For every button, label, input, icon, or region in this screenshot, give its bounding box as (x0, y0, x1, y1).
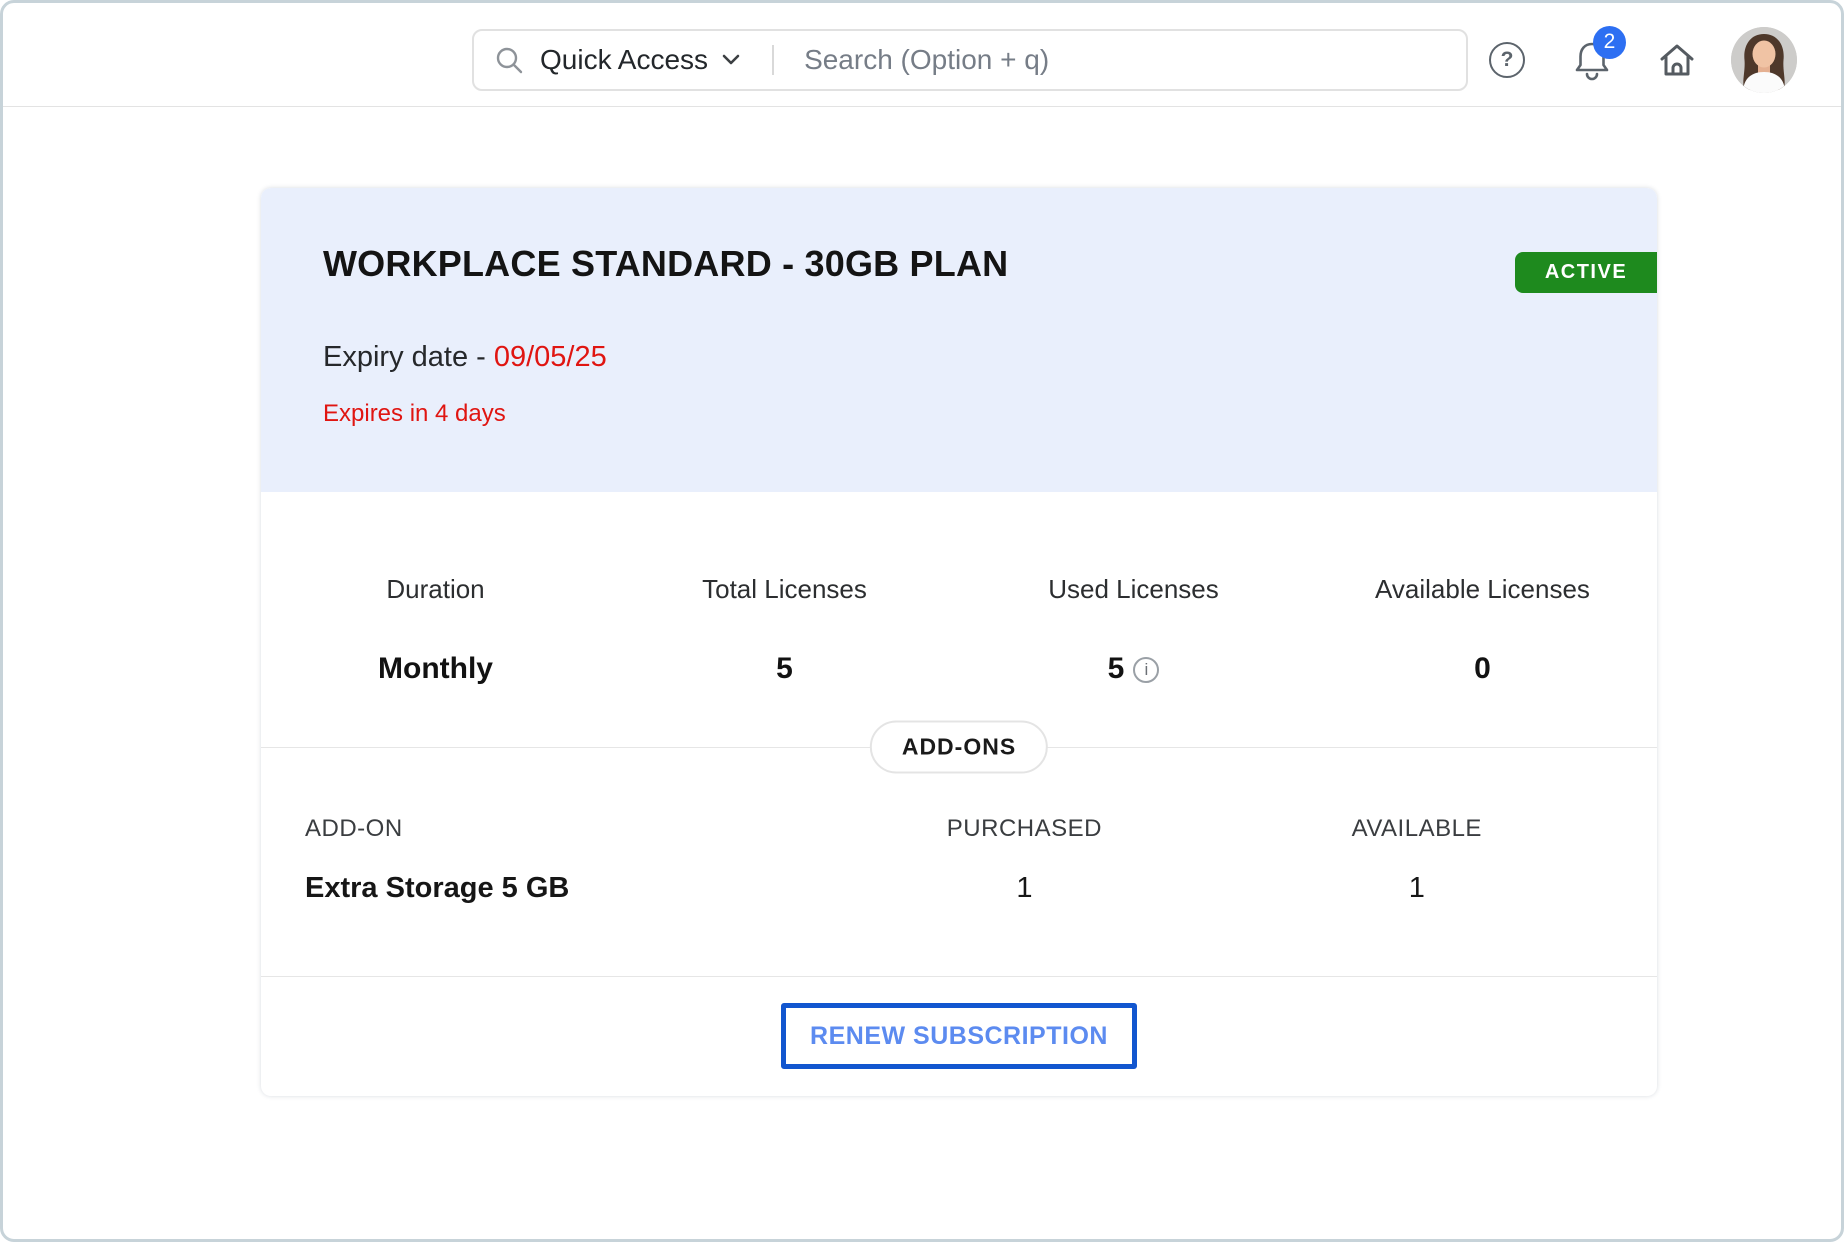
quick-access-selector[interactable]: Quick Access (540, 44, 740, 76)
chevron-down-icon (722, 54, 740, 65)
renew-subscription-button[interactable]: RENEW SUBSCRIPTION (781, 1003, 1137, 1069)
stat-duration: Duration Monthly (261, 573, 610, 688)
stat-total-licenses: Total Licenses 5 (610, 573, 959, 688)
expiry-date: 09/05/25 (494, 341, 607, 373)
stat-value: 5i (959, 650, 1308, 688)
addon-available: 1 (1221, 869, 1613, 907)
expiry-date-line: Expiry date - 09/05/25 (323, 339, 1595, 375)
top-bar-actions: ? 2 (1489, 27, 1797, 93)
main-content: WORKPLACE STANDARD - 30GB PLAN ACTIVE Ex… (3, 188, 1841, 1096)
quick-access-label: Quick Access (540, 44, 708, 76)
stat-label: Duration (261, 573, 610, 605)
stat-available-licenses: Available Licenses 0 (1308, 573, 1657, 688)
stat-value: Monthly (261, 650, 610, 688)
expires-note: Expires in 4 days (323, 399, 1595, 492)
top-bar: Quick Access ? 2 (3, 3, 1841, 107)
addons-table-header: ADD-ON PURCHASED AVAILABLE (305, 814, 1613, 844)
stat-value: 0 (1308, 650, 1657, 688)
status-badge: ACTIVE (1515, 252, 1657, 293)
help-icon: ? (1489, 42, 1525, 78)
search-divider (772, 45, 774, 75)
app-window: Quick Access ? 2 (0, 0, 1844, 1242)
expiry-label: Expiry date - (323, 341, 486, 373)
search-icon (494, 45, 524, 75)
used-licenses-value: 5 (1108, 652, 1125, 685)
info-icon[interactable]: i (1133, 657, 1159, 683)
column-header-purchased: PURCHASED (828, 814, 1220, 844)
stat-value: 5 (610, 650, 959, 688)
global-search-bar[interactable]: Quick Access (472, 29, 1468, 91)
avatar-photo (1731, 27, 1797, 93)
column-header-addon: ADD-ON (305, 814, 828, 844)
column-header-available: AVAILABLE (1221, 814, 1613, 844)
addons-section-label: ADD-ONS (870, 721, 1048, 774)
home-icon (1657, 41, 1697, 79)
subscription-plan-card: WORKPLACE STANDARD - 30GB PLAN ACTIVE Ex… (261, 188, 1657, 1096)
home-button[interactable] (1657, 41, 1697, 79)
stat-used-licenses: Used Licenses 5i (959, 573, 1308, 688)
license-stats: Duration Monthly Total Licenses 5 Used L… (261, 492, 1657, 748)
avatar[interactable] (1731, 27, 1797, 93)
table-row: Extra Storage 5 GB 1 1 (305, 869, 1613, 907)
addon-name: Extra Storage 5 GB (305, 869, 828, 907)
addon-purchased: 1 (828, 869, 1220, 907)
notifications-button[interactable]: 2 (1573, 39, 1611, 81)
help-button[interactable]: ? (1489, 42, 1525, 78)
plan-header: WORKPLACE STANDARD - 30GB PLAN ACTIVE Ex… (261, 188, 1657, 492)
plan-title: WORKPLACE STANDARD - 30GB PLAN (323, 242, 1595, 285)
addons-table: ADD-ON PURCHASED AVAILABLE Extra Storage… (261, 748, 1657, 976)
stat-label: Total Licenses (610, 573, 959, 605)
stat-label: Available Licenses (1308, 573, 1657, 605)
stat-label: Used Licenses (959, 573, 1308, 605)
card-footer: RENEW SUBSCRIPTION (261, 976, 1657, 1096)
notification-badge: 2 (1593, 26, 1626, 59)
search-input[interactable] (802, 43, 1444, 77)
